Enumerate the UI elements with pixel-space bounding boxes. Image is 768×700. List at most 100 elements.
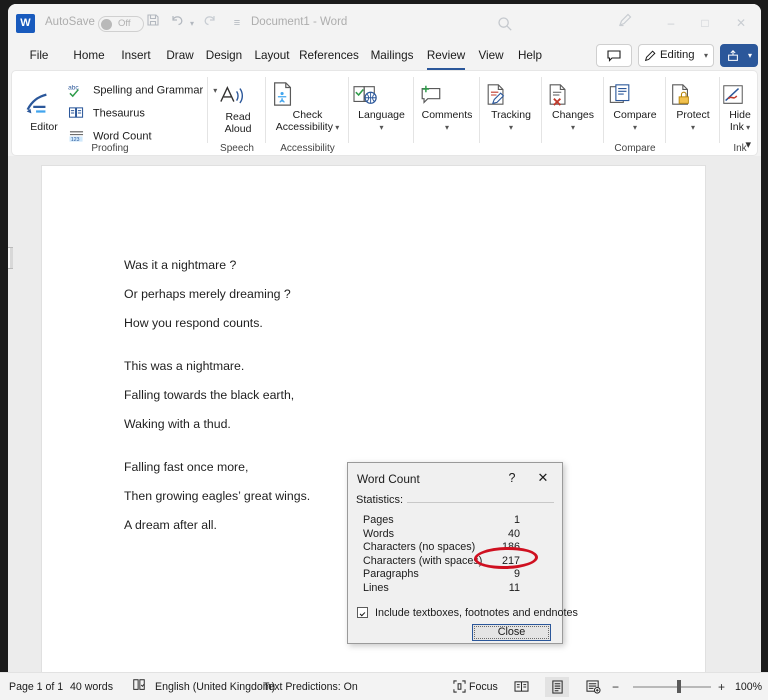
hide-ink-label-line2: Ink	[729, 121, 744, 133]
minimize-button[interactable]: –	[655, 12, 687, 34]
ribbon-group-changes: Changes ▾	[542, 71, 604, 157]
document-line: Falling fast once more,	[124, 460, 249, 474]
compare-button[interactable]: Compare ▾	[607, 83, 663, 134]
stat-value: 1	[513, 514, 520, 526]
zoom-slider-handle[interactable]	[677, 680, 681, 693]
hide-ink-button[interactable]: Hide Ink ▾	[720, 83, 760, 134]
chevron-down-icon[interactable]: ▾	[445, 123, 449, 132]
chevron-down-icon[interactable]: ▾	[509, 123, 513, 132]
tab-review[interactable]: Review	[422, 44, 470, 70]
thesaurus-button[interactable]: Thesaurus	[68, 106, 145, 121]
tab-view[interactable]: View	[472, 44, 510, 68]
status-page-indicator[interactable]: Page 1 of 1	[9, 681, 63, 693]
save-icon[interactable]	[146, 13, 168, 34]
spelling-check-icon: abc	[68, 83, 85, 98]
editing-mode-label: Editing	[660, 49, 695, 61]
stat-label: Paragraphs	[363, 568, 419, 580]
maximize-button[interactable]: □	[689, 12, 721, 34]
stat-value: 40	[507, 527, 520, 540]
redo-icon[interactable]	[202, 13, 224, 34]
thesaurus-icon	[68, 106, 85, 121]
tab-draw[interactable]: Draw	[160, 44, 200, 68]
tab-references[interactable]: References	[296, 44, 362, 68]
tab-mailings[interactable]: Mailings	[364, 44, 420, 68]
check-accessibility-icon	[269, 81, 346, 107]
web-layout-icon[interactable]	[581, 677, 605, 697]
word-count-button[interactable]: 123 Word Count	[68, 129, 152, 144]
zoom-out-button[interactable]: −	[612, 680, 619, 694]
read-aloud-button[interactable]: Read Aloud	[217, 83, 259, 135]
scrollbar-track	[8, 248, 10, 268]
proofing-errors-icon[interactable]	[132, 678, 146, 692]
document-line: Falling towards the black earth,	[124, 388, 295, 402]
tab-layout[interactable]: Layout	[249, 44, 295, 68]
close-button[interactable]: ✕	[725, 12, 757, 34]
search-icon[interactable]	[495, 14, 515, 34]
ribbon-group-ink: Hide Ink ▾ Ink	[720, 71, 760, 157]
changes-button[interactable]: Changes ▾	[545, 83, 601, 134]
dialog-close-button[interactable]: Close	[472, 624, 551, 641]
protect-label: Protect	[676, 109, 710, 121]
editor-button[interactable]: Editor	[22, 89, 66, 133]
check-accessibility-label-line2: Accessibility	[275, 121, 333, 133]
stat-value: 9	[513, 568, 520, 580]
status-text-predictions[interactable]: Text Predictions: On	[263, 681, 358, 693]
comments-button[interactable]: Comments ▾	[417, 83, 477, 134]
protect-button[interactable]: Protect ▾	[668, 83, 718, 134]
language-button[interactable]: Language ▾	[352, 83, 411, 134]
zoom-level-label[interactable]: 100%	[735, 681, 762, 693]
check-accessibility-button[interactable]: Check Accessibility ▾	[269, 81, 346, 134]
thesaurus-label: Thesaurus	[92, 107, 145, 120]
statistics-group-label: Statistics:	[356, 494, 408, 506]
tab-file[interactable]: File	[20, 44, 58, 68]
chevron-down-icon[interactable]: ▾	[379, 123, 383, 132]
spelling-and-grammar-button[interactable]: abc Spelling and Grammar ▾	[68, 83, 217, 98]
tab-insert[interactable]: Insert	[114, 44, 158, 68]
chevron-down-icon[interactable]: ▾	[333, 123, 339, 132]
document-line: How you respond counts.	[124, 316, 263, 330]
print-layout-icon[interactable]	[545, 677, 569, 697]
zoom-in-button[interactable]: +	[718, 680, 725, 694]
tracking-button[interactable]: Tracking ▾	[483, 83, 539, 134]
zoom-slider[interactable]	[633, 680, 711, 693]
chevron-down-icon[interactable]: ▾	[744, 123, 750, 132]
include-textboxes-checkbox[interactable]	[357, 607, 368, 618]
include-textboxes-checkbox-row[interactable]: Include textboxes, footnotes and endnote…	[357, 607, 578, 619]
status-language[interactable]: English (United Kingdom)	[155, 681, 275, 693]
share-button[interactable]: ▾	[720, 44, 758, 67]
comment-icon-button[interactable]	[596, 44, 632, 67]
autosave-toggle[interactable]: Off	[98, 16, 144, 32]
chevron-down-icon[interactable]: ▾	[691, 123, 695, 132]
chevron-down-icon[interactable]: ▾	[571, 123, 575, 132]
ink-pen-icon[interactable]	[617, 12, 649, 34]
changes-label: Changes	[551, 109, 595, 121]
hide-ink-icon	[720, 83, 760, 107]
include-textboxes-label: Include textboxes, footnotes and endnote…	[375, 607, 578, 619]
read-aloud-icon	[217, 83, 259, 109]
tab-home[interactable]: Home	[66, 44, 112, 68]
chevron-down-icon[interactable]: ▾	[633, 123, 637, 132]
dialog-close-icon[interactable]: ✕	[533, 469, 553, 487]
stat-label: Characters (with spaces)	[363, 554, 483, 567]
focus-button[interactable]: Focus	[453, 680, 498, 693]
status-word-count[interactable]: 40 words	[70, 681, 113, 693]
word-count-icon: 123	[68, 129, 85, 144]
word-logo-icon: W	[16, 14, 35, 33]
chevron-down-icon: ▾	[703, 51, 708, 60]
stat-row-lines: Lines 11	[348, 582, 562, 596]
read-mode-icon[interactable]	[509, 677, 533, 697]
ribbon-group-compare: Compare ▾ Compare	[604, 71, 666, 157]
undo-dropdown-chevron-icon[interactable]: ▾	[186, 13, 198, 34]
collapse-ribbon-chevron-icon[interactable]: ▾	[745, 138, 751, 151]
tab-help[interactable]: Help	[511, 44, 549, 68]
dialog-help-button[interactable]: ?	[502, 469, 522, 487]
stat-value: 11	[508, 581, 520, 594]
editing-mode-button[interactable]: Editing ▾	[638, 44, 714, 67]
ribbon-group-label-compare: Compare	[614, 143, 656, 154]
customize-quick-access-icon[interactable]: ≡	[226, 13, 248, 34]
tab-design[interactable]: Design	[200, 44, 248, 68]
document-line: A dream after all.	[124, 518, 217, 532]
new-comment-icon	[417, 83, 477, 107]
ribbon-group-language: Language ▾	[349, 71, 414, 157]
vertical-scrollbar-thumb[interactable]	[8, 247, 13, 269]
